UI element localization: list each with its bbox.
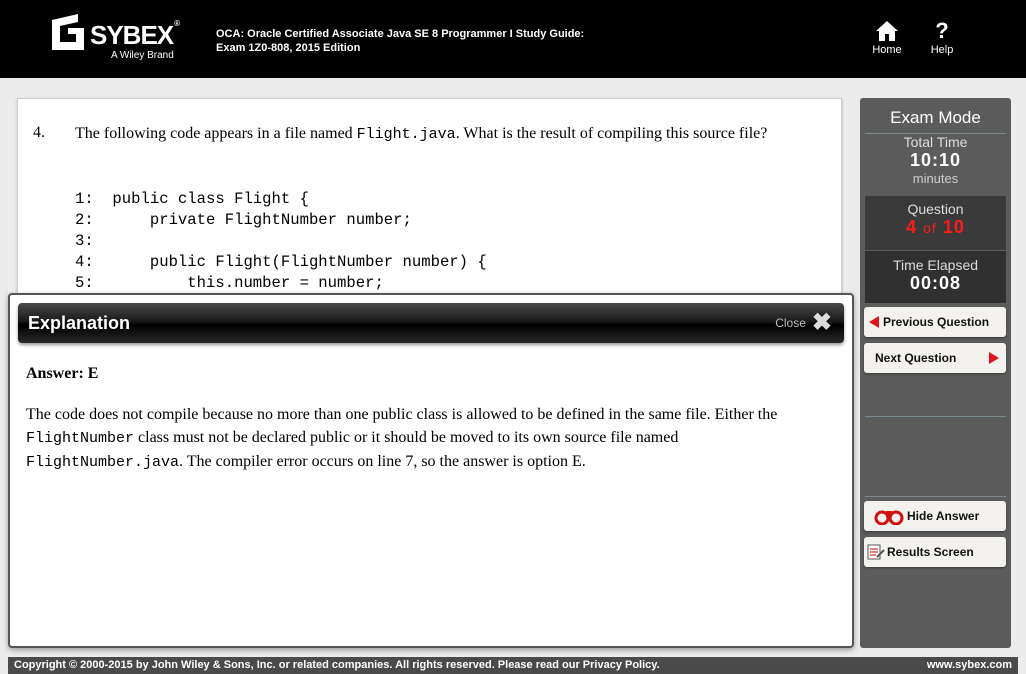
code-line: 2: private FlightNumber number;	[75, 211, 412, 229]
exam-mode-title: Exam Mode	[890, 108, 981, 127]
code-line: 5: this.number = number;	[75, 274, 384, 292]
divider	[865, 416, 1006, 417]
code-block: 1: public class Flight { 2: private Fligh…	[75, 189, 487, 294]
code-line: 1: public class Flight {	[75, 190, 309, 208]
question-number: 4.	[33, 124, 45, 141]
code-line: 4: public Flight(FlightNumber number) {	[75, 253, 487, 271]
total-time: Total Time 10:10 minutes	[865, 134, 1006, 194]
help-button[interactable]: ? Help	[920, 18, 964, 57]
explanation-titlebar: Explanation Close ✖	[18, 303, 844, 343]
footer: Copyright © 2000-2015 by John Wiley & So…	[8, 657, 1018, 674]
logo-mark-icon	[52, 14, 84, 50]
results-screen-button[interactable]: Results Screen	[864, 537, 1006, 567]
results-icon	[867, 544, 885, 560]
home-button[interactable]: Home	[865, 20, 909, 56]
site-link[interactable]: www.sybex.com	[927, 657, 1012, 674]
exam-side-panel: Exam Mode Total Time 10:10 minutes Quest…	[860, 98, 1011, 648]
answer-label: Answer: E	[26, 365, 99, 382]
question-counter: Question 4 of 10	[865, 196, 1006, 250]
question-filename: Flight.java	[356, 126, 456, 143]
explanation-title: Explanation	[28, 313, 131, 333]
previous-question-button[interactable]: Previous Question	[864, 307, 1006, 337]
total-time-value: 10:10	[909, 150, 962, 170]
explanation-text: The code does not compile because no mor…	[26, 406, 778, 471]
left-arrow-icon	[869, 316, 879, 328]
book-title: OCA: Oracle Certified Associate Java SE …	[216, 28, 585, 54]
help-icon: ?	[935, 18, 949, 43]
next-question-button[interactable]: Next Question	[864, 343, 1006, 373]
question-pane: 4. The following code appears in a file …	[17, 98, 842, 298]
close-button[interactable]: Close ✖	[775, 311, 832, 335]
code-line: 3:	[75, 232, 94, 250]
copyright-text[interactable]: Copyright © 2000-2015 by John Wiley & So…	[14, 657, 660, 674]
app-header: SYBEX® A Wiley Brand OCA: Oracle Certifi…	[0, 0, 1026, 78]
home-icon	[865, 20, 909, 42]
time-elapsed: Time Elapsed 00:08	[865, 251, 1006, 303]
elapsed-value: 00:08	[909, 273, 962, 293]
right-arrow-icon	[989, 352, 999, 364]
logo-brand: A Wiley Brand	[111, 50, 174, 61]
divider	[865, 496, 1006, 497]
explanation-panel: Explanation Close ✖ Answer: E The code d…	[8, 293, 854, 648]
close-icon: ✖	[811, 309, 832, 336]
close-label: Close	[775, 316, 806, 330]
binoculars-icon	[874, 510, 904, 525]
sybex-logo: SYBEX® A Wiley Brand	[48, 14, 183, 64]
home-label: Home	[872, 44, 902, 56]
question-text: The following code appears in a file nam…	[75, 125, 768, 143]
help-label: Help	[930, 44, 954, 56]
hide-answer-button[interactable]: Hide Answer	[864, 501, 1006, 531]
